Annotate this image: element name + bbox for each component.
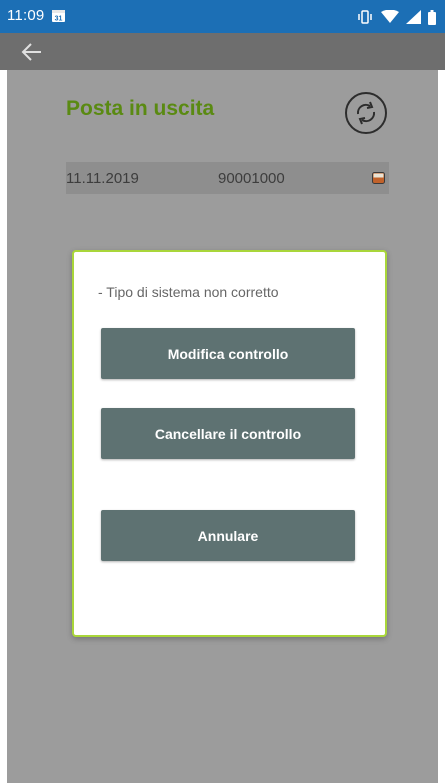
status-bar: 11:09 31 [0, 0, 445, 33]
list-item[interactable]: 11.11.2019 90001000 [66, 162, 389, 194]
page-title: Posta in uscita [66, 97, 215, 120]
delete-control-button[interactable]: Cancellare il controllo [101, 408, 355, 459]
modify-control-button[interactable]: Modifica controllo [101, 328, 355, 379]
dialog-message: - Tipo di sistema non corretto [98, 284, 279, 300]
calendar-day: 31 [55, 16, 63, 23]
row-number: 90001000 [218, 170, 285, 187]
status-icons [356, 8, 436, 26]
calendar-icon: 31 [52, 10, 65, 23]
signal-icon [406, 10, 421, 24]
dialog: - Tipo di sistema non corretto Modifica … [72, 250, 387, 637]
sync-icon[interactable] [343, 90, 389, 136]
vibrate-icon [358, 10, 372, 24]
row-date: 11.11.2019 [66, 170, 139, 187]
screen-overlay: Posta in uscita 11.11.2019 90001000 - Ti… [7, 70, 438, 783]
status-time: 11:09 [7, 7, 45, 24]
arrow-left-icon[interactable] [20, 41, 44, 63]
wifi-icon [381, 10, 399, 23]
battery-icon [428, 9, 436, 25]
toolbar [0, 33, 445, 70]
battery-flag-icon [372, 172, 385, 184]
cancel-button[interactable]: Annulare [101, 510, 355, 561]
